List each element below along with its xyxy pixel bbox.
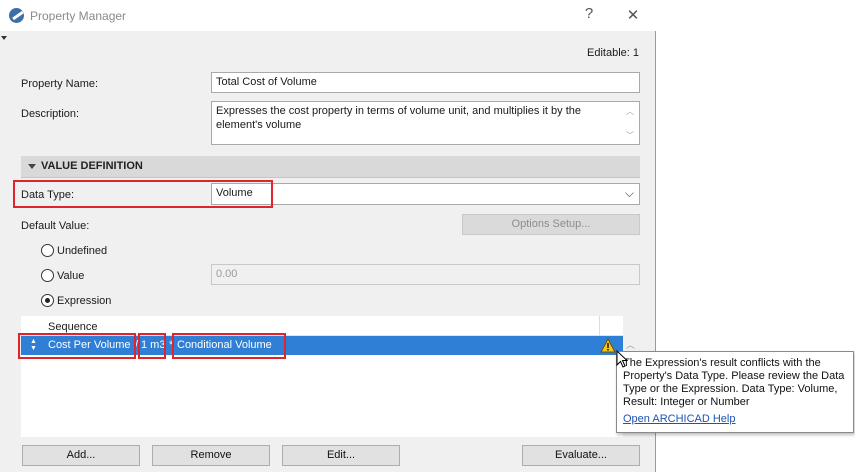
textarea-scroll-icon[interactable]: ︿ ﹀: [626, 105, 635, 141]
section-title: VALUE DEFINITION: [41, 160, 143, 172]
description-label: Description:: [21, 108, 80, 120]
token-divide[interactable]: /: [135, 339, 138, 351]
mouse-cursor-icon: [616, 350, 628, 368]
error-tooltip: The Expression's result conflicts with t…: [616, 351, 854, 433]
window-title: Property Manager: [30, 9, 127, 23]
add-button[interactable]: Add...: [22, 445, 140, 466]
dropdown-marker-icon: [1, 36, 7, 40]
token-conditional-volume[interactable]: Conditional Volume: [177, 339, 272, 351]
value-definition-header[interactable]: VALUE DEFINITION: [21, 156, 640, 178]
sequence-header-label: Sequence: [48, 321, 98, 333]
property-name-label: Property Name:: [21, 78, 99, 90]
help-button[interactable]: ?: [579, 5, 599, 22]
data-type-label: Data Type:: [21, 189, 74, 201]
value-input-text: 0.00: [216, 268, 238, 280]
sequence-header: Sequence: [21, 316, 623, 336]
data-type-value: Volume: [216, 187, 253, 199]
property-name-input[interactable]: Total Cost of Volume: [211, 72, 640, 93]
warning-triangle-icon[interactable]: [600, 338, 616, 353]
description-textarea[interactable]: Expresses the cost property in terms of …: [211, 101, 640, 145]
radio-undefined[interactable]: [41, 244, 54, 257]
tooltip-message: The Expression's result conflicts with t…: [623, 357, 845, 408]
radio-undefined-label: Undefined: [57, 245, 108, 257]
edit-button[interactable]: Edit...: [282, 445, 400, 466]
collapse-triangle-icon: [28, 164, 36, 169]
sequence-list[interactable]: Sequence ▲ ▼ Cost Per Volume / 1 m3 * Con…: [21, 316, 623, 437]
sequence-row-selected[interactable]: ▲ ▼ Cost Per Volume / 1 m3 * Conditional …: [21, 336, 623, 355]
title-bar: Property Manager ? ✕: [0, 0, 656, 31]
token-multiply[interactable]: *: [169, 339, 173, 351]
default-value-label: Default Value:: [21, 220, 90, 232]
value-input[interactable]: 0.00: [211, 264, 640, 285]
radio-value[interactable]: [41, 269, 54, 282]
options-setup-button[interactable]: Options Setup...: [462, 214, 640, 235]
sort-arrows-icon[interactable]: ▲ ▼: [30, 338, 37, 352]
radio-expression-label: Expression: [57, 295, 112, 307]
column-divider: [599, 316, 600, 336]
token-cost-per-volume[interactable]: Cost Per Volume: [48, 339, 131, 351]
description-value: Expresses the cost property in terms of …: [216, 105, 581, 131]
help-link[interactable]: Open ARCHICAD Help: [623, 413, 847, 425]
data-type-dropdown[interactable]: Volume ⌵: [211, 183, 640, 205]
property-manager-dialog: Property Manager ? ✕ Editable: 1 Propert…: [0, 0, 656, 472]
remove-button[interactable]: Remove: [152, 445, 270, 466]
property-name-value: Total Cost of Volume: [216, 76, 317, 88]
radio-value-label: Value: [57, 270, 85, 282]
archicad-logo-icon: [9, 8, 24, 23]
radio-expression[interactable]: [41, 294, 54, 307]
close-button[interactable]: ✕: [623, 6, 643, 24]
evaluate-button[interactable]: Evaluate...: [522, 445, 640, 466]
chevron-down-icon: ⌵: [624, 186, 634, 200]
token-unit[interactable]: 1 m3: [141, 339, 165, 351]
editable-count: Editable: 1: [587, 47, 639, 59]
